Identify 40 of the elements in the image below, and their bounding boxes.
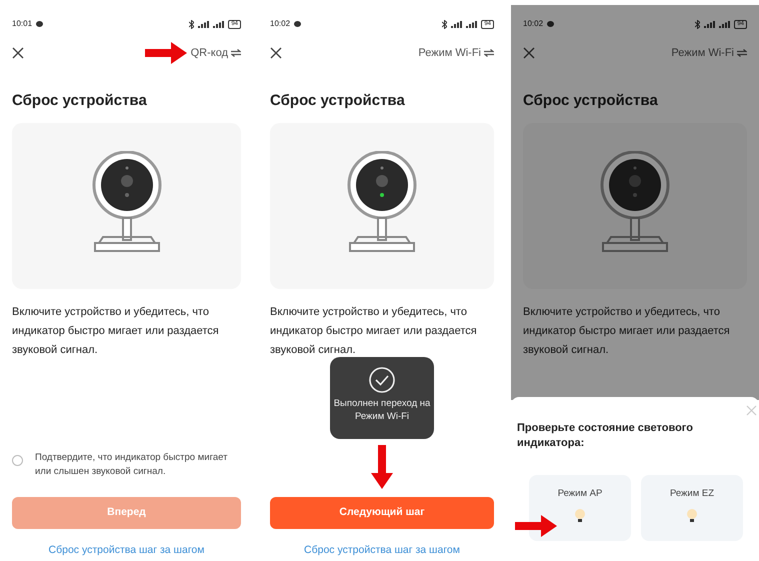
page-title: Сброс устройства	[523, 91, 659, 111]
bluetooth-icon	[442, 20, 448, 28]
close-icon	[12, 47, 24, 59]
instruction-text: Включите устройство и убедитесь, что индикатор быстро мигает или раздается звуковой сигнал.	[270, 304, 478, 358]
bluetooth-icon	[189, 20, 194, 28]
next-step-button[interactable]: Следующий шаг	[270, 497, 494, 530]
light-bulb-icon	[575, 509, 585, 524]
help-link[interactable]: Сброс устройства шаг за шагом	[12, 543, 241, 559]
mode-switch-link[interactable]: QR-код	[190, 44, 241, 62]
mode-switch-link[interactable]: Режим Wi-Fi	[418, 44, 494, 62]
mode-option-card[interactable]: Режим EZ	[641, 475, 743, 541]
mode-option-card[interactable]: Режим AP	[529, 475, 631, 541]
instruction-text: Включите устройство и убедитесь, что индикатор быстро мигает или раздается звуковой сигнал.	[12, 304, 220, 358]
swap-icon	[737, 49, 747, 57]
light-bulb-icon	[687, 509, 697, 524]
sheet-title: Проверьте состояние светового индикатора:	[517, 421, 694, 451]
close-icon	[270, 47, 282, 59]
check-icon	[369, 367, 395, 393]
signal-icon	[466, 20, 478, 28]
swap-icon	[231, 49, 241, 57]
close-icon	[523, 47, 535, 59]
radio-button[interactable]	[12, 454, 23, 466]
instruction-text: Включите устройство и убедитесь, что индикатор быстро мигает или раздается звуковой сигнал.	[523, 304, 731, 358]
signal-icon	[704, 20, 716, 28]
swap-icon	[484, 49, 494, 57]
bluetooth-icon	[695, 20, 700, 28]
status-time: 10:02	[270, 18, 290, 30]
page-title: Сброс устройства	[12, 91, 148, 111]
status-time: 10:01	[12, 18, 32, 30]
signal-icon	[198, 20, 210, 28]
close-icon	[746, 405, 757, 416]
help-link[interactable]: Сброс устройства шаг за шагом	[270, 543, 494, 559]
mode-switch-link[interactable]: Режим Wi-Fi	[671, 44, 747, 62]
confirm-label: Подтвердите, что индикатор быстро мигает или слышен звуковой сигнал.	[35, 450, 228, 479]
page-title: Сброс устройства	[270, 91, 406, 111]
signal-icon	[213, 20, 224, 28]
toast-message: Выполнен переход на Режим Wi-Fi	[330, 357, 434, 439]
status-time: 10:02	[523, 18, 544, 30]
signal-icon	[719, 20, 730, 28]
signal-icon	[451, 20, 462, 28]
